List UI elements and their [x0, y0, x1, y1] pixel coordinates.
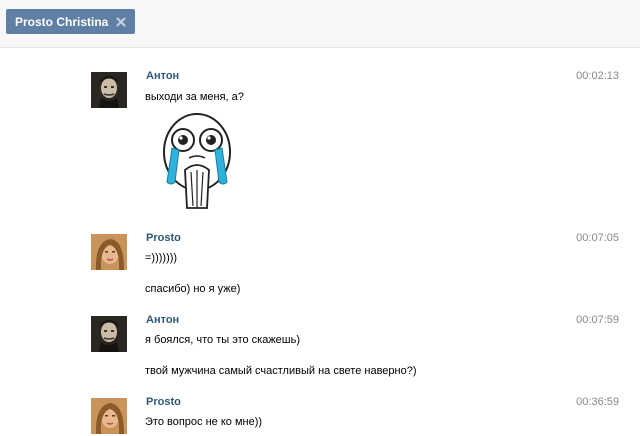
message-author[interactable]: Prosto: [146, 232, 181, 244]
close-icon[interactable]: [115, 16, 127, 28]
message-time[interactable]: 00:36:59: [576, 396, 619, 408]
avatar[interactable]: [91, 398, 127, 434]
message-author[interactable]: Prosto: [146, 396, 181, 408]
message-text: Это вопрос не ко мне)): [145, 416, 263, 428]
message-list: Антон 00:02:13 выходи за меня, а? Prosto…: [0, 48, 640, 436]
avatar[interactable]: [91, 72, 127, 108]
message-author[interactable]: Антон: [146, 314, 179, 326]
message-text: твой мужчина самый счастливый на свете н…: [145, 365, 417, 377]
message-text: =))))))): [145, 252, 178, 264]
tab-bar: Prosto Christina: [0, 0, 640, 48]
message-time[interactable]: 00:07:59: [576, 314, 619, 326]
tab-title: Prosto Christina: [15, 14, 109, 29]
message-text: выходи за меня, а?: [145, 91, 244, 103]
avatar[interactable]: [91, 234, 127, 270]
message-text: я боялся, что ты это скажешь): [145, 334, 301, 346]
crying-meme-sticker: [161, 110, 233, 213]
avatar[interactable]: [91, 316, 127, 352]
message-text: спасибо) но я уже): [145, 283, 241, 295]
message-time[interactable]: 00:02:13: [576, 70, 619, 82]
message-time[interactable]: 00:07:05: [576, 232, 619, 244]
message-author[interactable]: Антон: [146, 70, 179, 82]
tab-conversation[interactable]: Prosto Christina: [6, 9, 136, 34]
